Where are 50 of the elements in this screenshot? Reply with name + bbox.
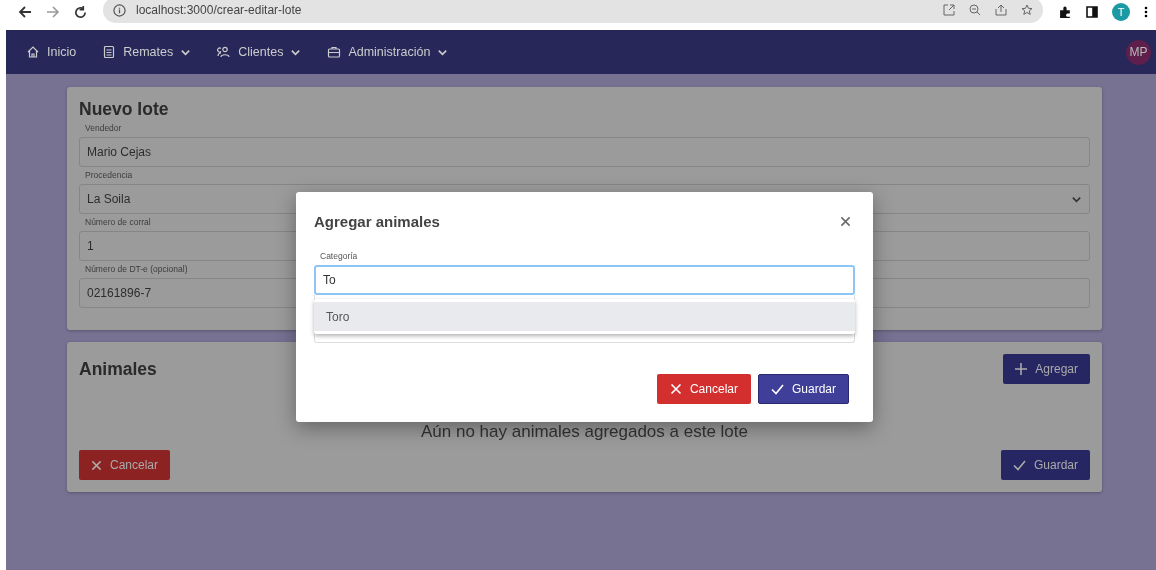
- field-label: Número de corral: [85, 217, 151, 227]
- back-icon[interactable]: [18, 5, 32, 19]
- field-label: Procedencia: [85, 170, 133, 180]
- reload-icon[interactable]: [74, 5, 87, 19]
- cancel-button[interactable]: Cancelar: [79, 450, 171, 480]
- field-value: 02161896-7: [87, 286, 152, 300]
- zoom-out-icon[interactable]: [969, 4, 981, 16]
- puzzle-icon[interactable]: [1059, 5, 1072, 19]
- profile-avatar[interactable]: T: [1112, 3, 1130, 21]
- suggestion-option[interactable]: Toro: [314, 302, 855, 331]
- nav-menu-item[interactable]: Administración: [327, 45, 449, 59]
- home-icon: [26, 45, 40, 59]
- forward-icon[interactable]: [46, 5, 60, 19]
- empty-message: Aún no hay animales agregados a este lote: [421, 422, 748, 442]
- field-label: Número de DT-e (opcional): [85, 264, 188, 274]
- check-icon: [1012, 459, 1026, 471]
- people-icon: [217, 45, 232, 59]
- user-avatar[interactable]: MP: [1126, 39, 1151, 65]
- save-button[interactable]: Guardar: [1000, 450, 1090, 480]
- field-value: 1: [87, 239, 94, 253]
- star-icon[interactable]: [1021, 4, 1033, 16]
- document-icon: [102, 45, 117, 59]
- share-icon[interactable]: [995, 4, 1007, 16]
- plus-icon: [1015, 363, 1028, 375]
- save-button[interactable]: Guardar: [757, 374, 849, 404]
- field-label: Vendedor: [85, 123, 122, 133]
- nav-menu-item[interactable]: Inicio: [26, 45, 77, 59]
- check-icon: [770, 383, 784, 395]
- field-label: Categoría: [320, 251, 358, 261]
- nav-menu-item[interactable]: Remates: [102, 45, 192, 59]
- field-value: La Soila: [87, 192, 131, 206]
- card-title: Nuevo lote: [79, 99, 170, 120]
- open-external-icon[interactable]: [943, 4, 955, 16]
- url-text: localhost:3000/crear-editar-lote: [136, 3, 302, 17]
- dialog-title: Agregar animales: [314, 213, 440, 230]
- x-icon: [840, 216, 851, 227]
- add-button[interactable]: Agregar: [1003, 354, 1090, 384]
- info-icon[interactable]: [113, 3, 126, 17]
- address-bar[interactable]: localhost:3000/crear-editar-lote: [103, 0, 1043, 23]
- sidebar-icon[interactable]: [1086, 6, 1098, 18]
- card-title: Animales: [79, 358, 157, 380]
- nav-menu-item[interactable]: Clientes: [217, 45, 302, 59]
- cancel-button[interactable]: Cancelar: [656, 374, 751, 404]
- briefcase-icon: [327, 45, 342, 59]
- autocomplete-field[interactable]: To: [314, 265, 855, 295]
- x-icon: [669, 383, 682, 395]
- more-icon[interactable]: [1144, 6, 1148, 18]
- x-icon: [91, 459, 102, 471]
- input-field[interactable]: Mario Cejas: [79, 137, 1090, 167]
- field-value: Mario Cejas: [87, 145, 152, 159]
